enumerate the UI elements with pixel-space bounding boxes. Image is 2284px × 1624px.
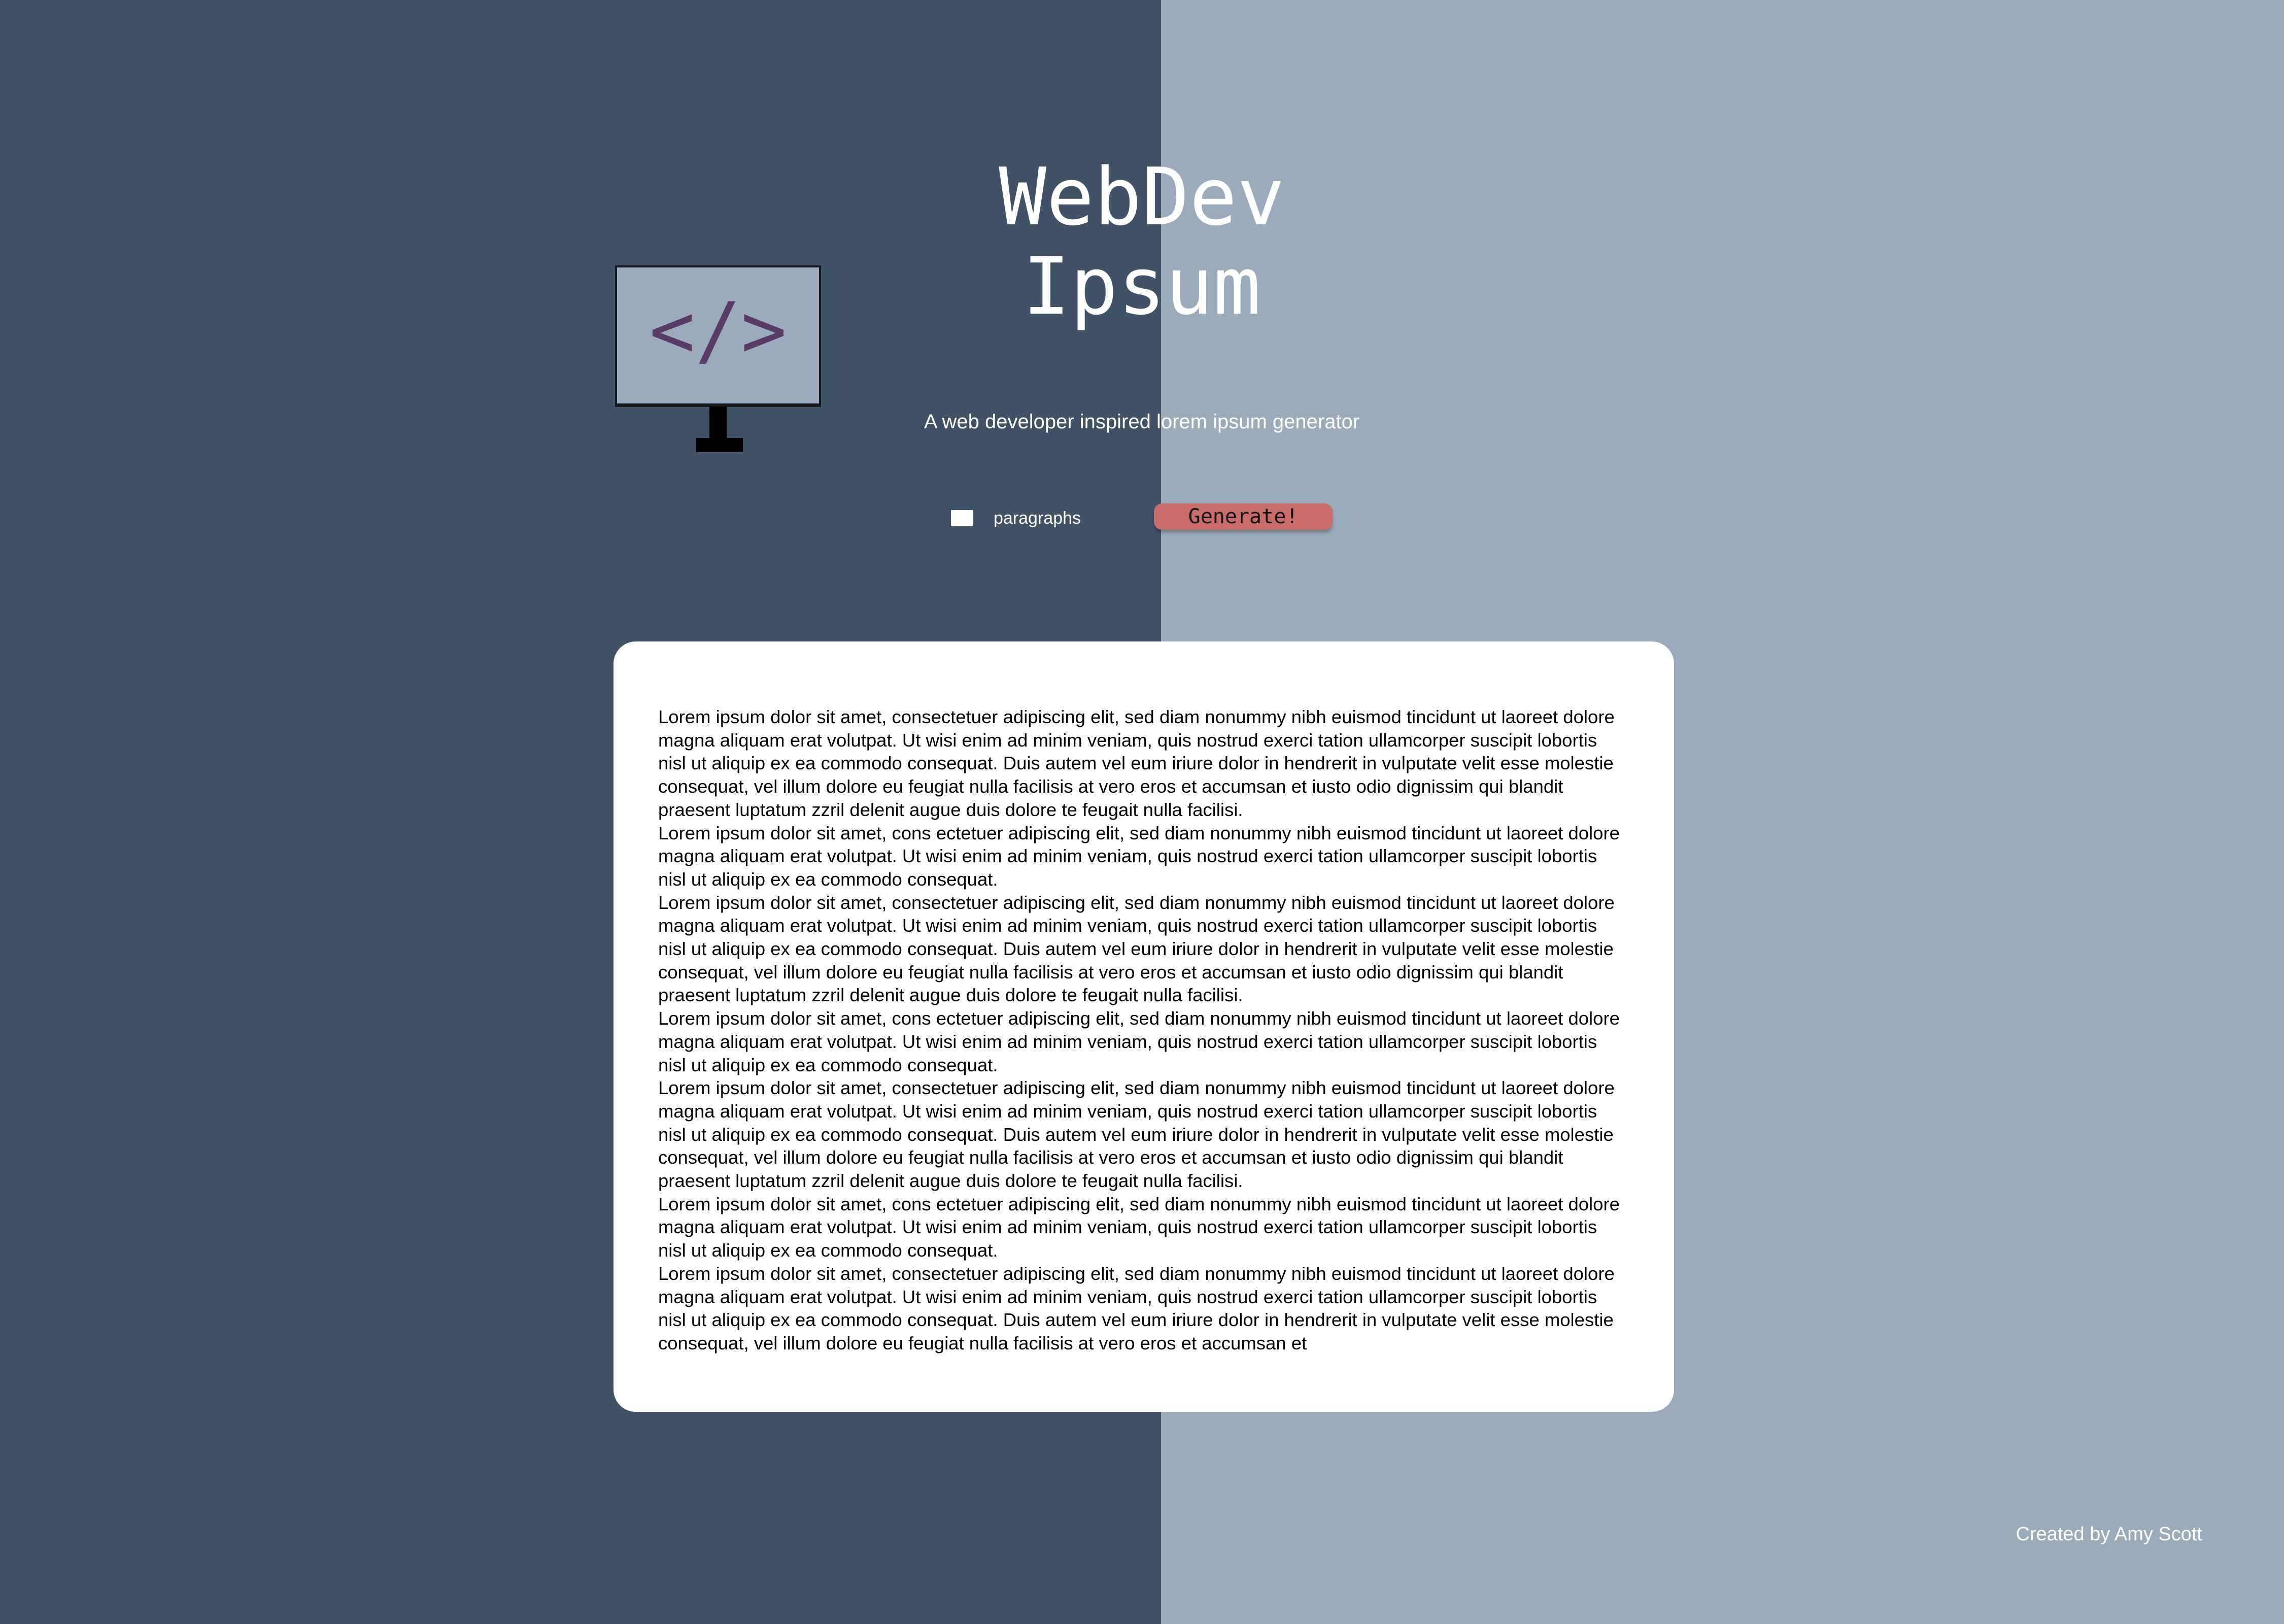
paragraph-count-label: paragraphs — [994, 509, 1081, 528]
output-paragraph: Lorem ipsum dolor sit amet, cons ectetue… — [658, 1193, 1620, 1261]
output-paragraph: Lorem ipsum dolor sit amet, cons ectetue… — [658, 1008, 1620, 1075]
output-paragraph: Lorem ipsum dolor sit amet, consectetuer… — [658, 892, 1615, 1006]
code-glyph: </> — [650, 287, 787, 375]
page-title: WebDev Ipsum — [999, 151, 1285, 332]
author-credit: Created by Amy Scott — [2016, 1524, 2203, 1545]
output-paragraph: Lorem ipsum dolor sit amet, cons ectetue… — [658, 822, 1620, 890]
output-paragraph: Lorem ipsum dolor sit amet, consectetuer… — [658, 1077, 1615, 1192]
page-subtitle: A web developer inspired lorem ipsum gen… — [924, 411, 1360, 433]
generate-button[interactable]: Generate! — [1154, 503, 1333, 530]
output-paragraph: Lorem ipsum dolor sit amet, consectetuer… — [658, 1263, 1615, 1354]
output-paragraph: Lorem ipsum dolor sit amet, consectetuer… — [658, 706, 1615, 820]
generated-text-output: Lorem ipsum dolor sit amet, consectetuer… — [613, 641, 1674, 1412]
paragraph-count-input[interactable] — [951, 510, 973, 526]
monitor-code-icon: </> — [615, 265, 821, 453]
